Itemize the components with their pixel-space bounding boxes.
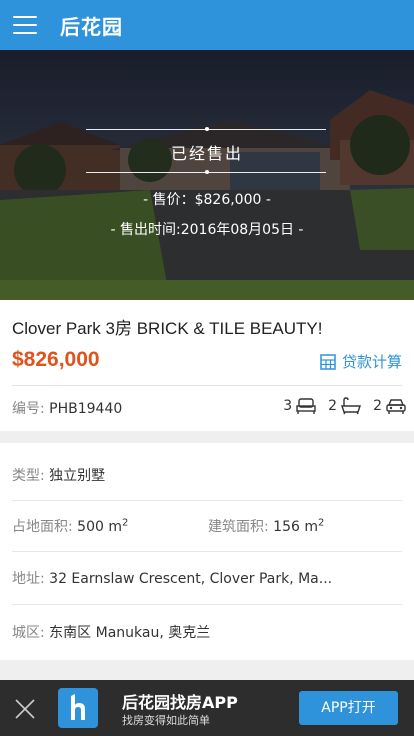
sold-overlay: 已经售出 - 售价：$826,000 - - 售出时间:2016年08月05日 …: [0, 50, 414, 300]
sale-price-text: - 售价：$826,000 -: [143, 192, 271, 208]
type-value: 独立别墅: [49, 468, 106, 484]
region-label: 城区:: [12, 625, 45, 641]
land-area-value: 500 m2: [77, 517, 129, 535]
bathroom-count-value: 2: [328, 398, 338, 414]
bathroom-count: 2: [328, 397, 362, 415]
region-value: 东南区 Manukau, 奥克兰: [49, 625, 211, 641]
car-icon: [386, 399, 406, 414]
divider: [12, 385, 402, 386]
reference-label: 编号:: [12, 401, 45, 417]
divider-dot: [205, 170, 209, 174]
site-logo[interactable]: 后花园: [60, 11, 123, 40]
property-photo: 已经售出 - 售价：$826,000 - - 售出时间:2016年08月05日 …: [0, 50, 414, 300]
bathtub-icon: [341, 397, 362, 415]
reference-number: 编号: PHB19440: [12, 398, 122, 418]
land-area-label: 占地面积:: [12, 519, 73, 535]
loan-calculator-label: 贷款计算: [341, 353, 402, 371]
address-value: 32 Earnslaw Crescent, Clover Park, Ma...: [49, 571, 333, 587]
floor-area-label: 建筑面积:: [208, 519, 269, 535]
property-price: $826,000: [12, 348, 100, 371]
property-title: Clover Park 3房 BRICK & TILE BEAUTY!: [12, 319, 323, 338]
floor-area-value: 156 m2: [273, 517, 325, 535]
garage-count-value: 2: [373, 398, 382, 414]
sold-status-label: 已经售出: [170, 144, 243, 163]
garage-count: 2: [373, 397, 406, 415]
app-name: 后花园找房APP: [122, 693, 238, 712]
property-details: 类型: 独立别墅 占地面积: 500 m2 建筑面积: 156 m2 地址: 3…: [0, 443, 414, 660]
loan-calculator-button[interactable]: 贷款计算: [320, 351, 402, 372]
property-features: 3 2 2: [283, 397, 406, 415]
hamburger-menu-icon[interactable]: [0, 0, 50, 50]
calculator-icon: [320, 353, 336, 370]
region-row: 城区: 东南区 Manukau, 奥克兰: [12, 622, 210, 642]
type-label: 类型:: [12, 468, 45, 484]
divider-dot: [205, 127, 209, 131]
bed-icon: [296, 398, 316, 414]
open-app-button[interactable]: APP打开: [299, 691, 398, 725]
close-icon[interactable]: [14, 698, 36, 720]
address-row[interactable]: 地址: 32 Earnslaw Crescent, Clover Park, M…: [12, 568, 332, 588]
reference-value: PHB19440: [49, 401, 123, 417]
type-row: 类型: 独立别墅: [12, 465, 105, 485]
divider: [12, 551, 402, 552]
land-area-row: 占地面积: 500 m2: [12, 516, 128, 536]
top-bar: 后花园: [0, 0, 414, 50]
address-label: 地址:: [12, 571, 45, 587]
divider: [12, 500, 402, 501]
app-logo-icon: [58, 688, 98, 728]
bedroom-count-value: 3: [283, 398, 293, 414]
app-slogan: 找房变得如此简单: [122, 714, 210, 727]
floor-area-row: 建筑面积: 156 m2: [208, 516, 324, 536]
listing-summary: Clover Park 3房 BRICK & TILE BEAUTY! $826…: [0, 300, 414, 431]
sale-date-text: - 售出时间:2016年08月05日 -: [110, 222, 304, 238]
divider: [12, 604, 402, 605]
app-download-banner: 后花园找房APP 找房变得如此简单 APP打开: [0, 680, 414, 736]
bedroom-count: 3: [283, 397, 316, 415]
